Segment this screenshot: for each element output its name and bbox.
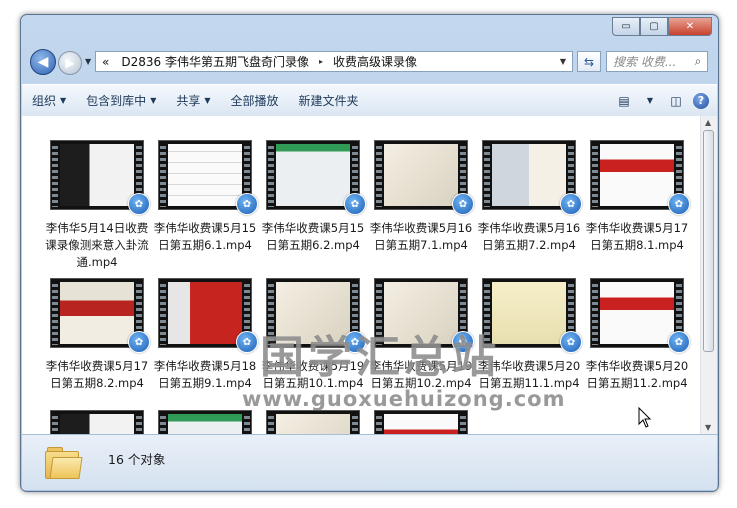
include-in-library-label: 包含到库中 <box>86 94 147 108</box>
folder-icon <box>45 447 83 479</box>
file-item[interactable]: ✿ 李伟华收费课5月17日第五期8.2.mp4 <box>45 278 150 392</box>
file-list-pane[interactable]: ✿ 李伟华5月14日收费课录像测来意入卦流通.mp4 ✿ 李伟华收费课5月15日第五期… <box>22 116 717 434</box>
breadcrumb-item[interactable]: D2836 李伟华第五期飞盘奇门录像 <box>115 53 315 70</box>
share-label: 共享 <box>176 94 201 108</box>
back-arrow-icon: ◀ <box>37 54 49 70</box>
file-name: 李伟华收费课5月16日第五期7.1.mp4 <box>369 221 473 252</box>
file-item[interactable]: ✿ <box>153 410 257 434</box>
video-thumbnail[interactable]: ✿ <box>158 140 258 215</box>
file-item[interactable]: ✿ 李伟华收费课5月18日第五期9.1.mp4 <box>153 278 258 392</box>
file-item[interactable]: ✿ 李伟华收费课5月15日第五期6.2.mp4 <box>261 140 366 254</box>
explorer-window: ▭ ▢ ✕ ◀ ▶ ▼ « D2836 李伟华第五期飞盘奇门录像 ▸ 收费高级课… <box>20 14 719 492</box>
search-placeholder: 搜索 收费... <box>613 55 677 69</box>
file-item[interactable]: ✿ 李伟华收费课5月16日第五期7.1.mp4 <box>369 140 474 254</box>
film-strip-icon <box>50 410 144 434</box>
video-thumbnail[interactable]: ✿ <box>158 278 258 353</box>
chevron-down-icon: ▼ <box>60 96 67 105</box>
video-thumbnail[interactable]: ✿ <box>482 140 582 215</box>
media-player-icon: ✿ <box>452 193 474 215</box>
film-strip-icon <box>374 410 468 434</box>
file-item[interactable]: ✿ <box>261 410 365 434</box>
new-folder-label: 新建文件夹 <box>298 94 359 108</box>
change-view-icon[interactable]: ▤ <box>615 94 633 108</box>
media-player-icon: ✿ <box>236 331 258 353</box>
help-icon[interactable]: ? <box>693 92 709 109</box>
file-name: 李伟华收费课5月17日第五期8.1.mp4 <box>585 221 689 252</box>
video-thumbnail[interactable]: ✿ <box>50 140 150 215</box>
breadcrumb-overflow[interactable]: « <box>96 55 115 69</box>
file-item[interactable]: ✿ 李伟华5月14日收费课录像测来意入卦流通.mp4 <box>45 140 150 271</box>
media-player-icon: ✿ <box>668 331 690 353</box>
file-item[interactable]: ✿ 李伟华收费课5月20日第五期11.2.mp4 <box>585 278 690 392</box>
file-name: 李伟华收费课5月15日第五期6.2.mp4 <box>261 221 365 252</box>
video-thumbnail[interactable]: ✿ <box>266 410 360 434</box>
refresh-button[interactable]: ⇆ <box>577 51 601 72</box>
film-strip-icon <box>158 410 252 434</box>
media-player-icon: ✿ <box>344 193 366 215</box>
video-thumbnail[interactable]: ✿ <box>374 410 468 434</box>
file-name: 李伟华收费课5月17日第五期8.2.mp4 <box>45 359 149 390</box>
vertical-scrollbar[interactable]: ▲ ▼ <box>700 116 717 434</box>
details-pane: 16 个对象 <box>22 434 717 490</box>
chevron-down-icon: ▼ <box>204 96 211 105</box>
breadcrumb-separator-icon[interactable]: ▸ <box>315 57 327 66</box>
file-name: 李伟华收费课5月16日第五期7.2.mp4 <box>477 221 581 252</box>
scroll-down-icon[interactable]: ▼ <box>705 423 711 432</box>
search-input[interactable]: 搜索 收费... ⌕ <box>606 51 708 72</box>
back-button[interactable]: ◀ <box>30 49 56 75</box>
file-name: 李伟华收费课5月20日第五期11.2.mp4 <box>585 359 689 390</box>
video-thumbnail[interactable]: ✿ <box>374 140 474 215</box>
organize-label: 组织 <box>32 94 57 108</box>
address-dropdown-icon[interactable]: ▼ <box>554 57 572 66</box>
recent-pages-button[interactable]: ▼ <box>85 57 91 66</box>
mouse-cursor-icon <box>638 407 652 428</box>
video-thumbnail[interactable]: ✿ <box>266 140 366 215</box>
item-count: 16 个对象 <box>108 452 166 467</box>
file-item[interactable]: ✿ 李伟华收费课5月17日第五期8.1.mp4 <box>585 140 690 254</box>
file-item[interactable]: ✿ <box>45 410 149 434</box>
play-all-button[interactable]: 全部播放 <box>221 92 289 109</box>
include-in-library-menu[interactable]: 包含到库中 ▼ <box>76 92 166 109</box>
share-menu[interactable]: 共享 ▼ <box>166 92 220 109</box>
video-thumbnail[interactable]: ✿ <box>50 278 150 353</box>
media-player-icon: ✿ <box>560 331 582 353</box>
video-thumbnail[interactable]: ✿ <box>590 140 690 215</box>
watermark-url: www.guoxuehuizong.com <box>242 387 566 411</box>
file-item[interactable]: ✿ 李伟华收费课5月15日第五期6.1.mp4 <box>153 140 258 254</box>
preview-pane-icon[interactable]: ◫ <box>667 94 685 108</box>
breadcrumb-item[interactable]: 收费高级课录像 <box>327 53 423 70</box>
file-name: 李伟华收费课5月15日第五期6.1.mp4 <box>153 221 257 252</box>
organize-menu[interactable]: 组织 ▼ <box>22 92 76 109</box>
caption-buttons: ▭ ▢ ✕ <box>612 17 712 36</box>
video-thumbnail[interactable]: ✿ <box>50 410 144 434</box>
film-strip-icon <box>266 410 360 434</box>
file-item[interactable]: ✿ <box>369 410 473 434</box>
search-icon[interactable]: ⌕ <box>689 54 707 69</box>
command-bar: 组织 ▼ 包含到库中 ▼ 共享 ▼ 全部播放 新建文件夹 ▤ ▼ ◫ ? <box>22 84 717 117</box>
forward-button[interactable]: ▶ <box>58 51 82 75</box>
view-options-dropdown-icon[interactable]: ▼ <box>641 94 659 108</box>
navigation-bar: ◀ ▶ ▼ « D2836 李伟华第五期飞盘奇门录像 ▸ 收费高级课录像 ▼ ⇆… <box>21 45 718 77</box>
chevron-down-icon: ▼ <box>150 96 157 105</box>
forward-arrow-icon: ▶ <box>65 56 75 70</box>
play-all-label: 全部播放 <box>230 94 279 108</box>
video-thumbnail[interactable]: ✿ <box>590 278 690 353</box>
address-bar[interactable]: « D2836 李伟华第五期飞盘奇门录像 ▸ 收费高级课录像 ▼ <box>95 51 573 72</box>
minimize-button[interactable]: ▭ <box>612 17 640 36</box>
watermark-text: 国学汇总站 <box>260 332 500 383</box>
close-button[interactable]: ✕ <box>668 17 712 36</box>
video-thumbnail[interactable]: ✿ <box>158 410 252 434</box>
scrollbar-thumb[interactable] <box>703 130 714 352</box>
media-player-icon: ✿ <box>668 193 690 215</box>
scroll-up-icon[interactable]: ▲ <box>705 118 711 127</box>
new-folder-button[interactable]: 新建文件夹 <box>289 92 369 109</box>
media-player-icon: ✿ <box>560 193 582 215</box>
media-player-icon: ✿ <box>128 193 150 215</box>
media-player-icon: ✿ <box>128 331 150 353</box>
refresh-icon: ⇆ <box>583 54 595 69</box>
file-name: 李伟华5月14日收费课录像测来意入卦流通.mp4 <box>45 221 149 269</box>
file-item[interactable]: ✿ 李伟华收费课5月16日第五期7.2.mp4 <box>477 140 582 254</box>
media-player-icon: ✿ <box>236 193 258 215</box>
maximize-button[interactable]: ▢ <box>640 17 668 36</box>
